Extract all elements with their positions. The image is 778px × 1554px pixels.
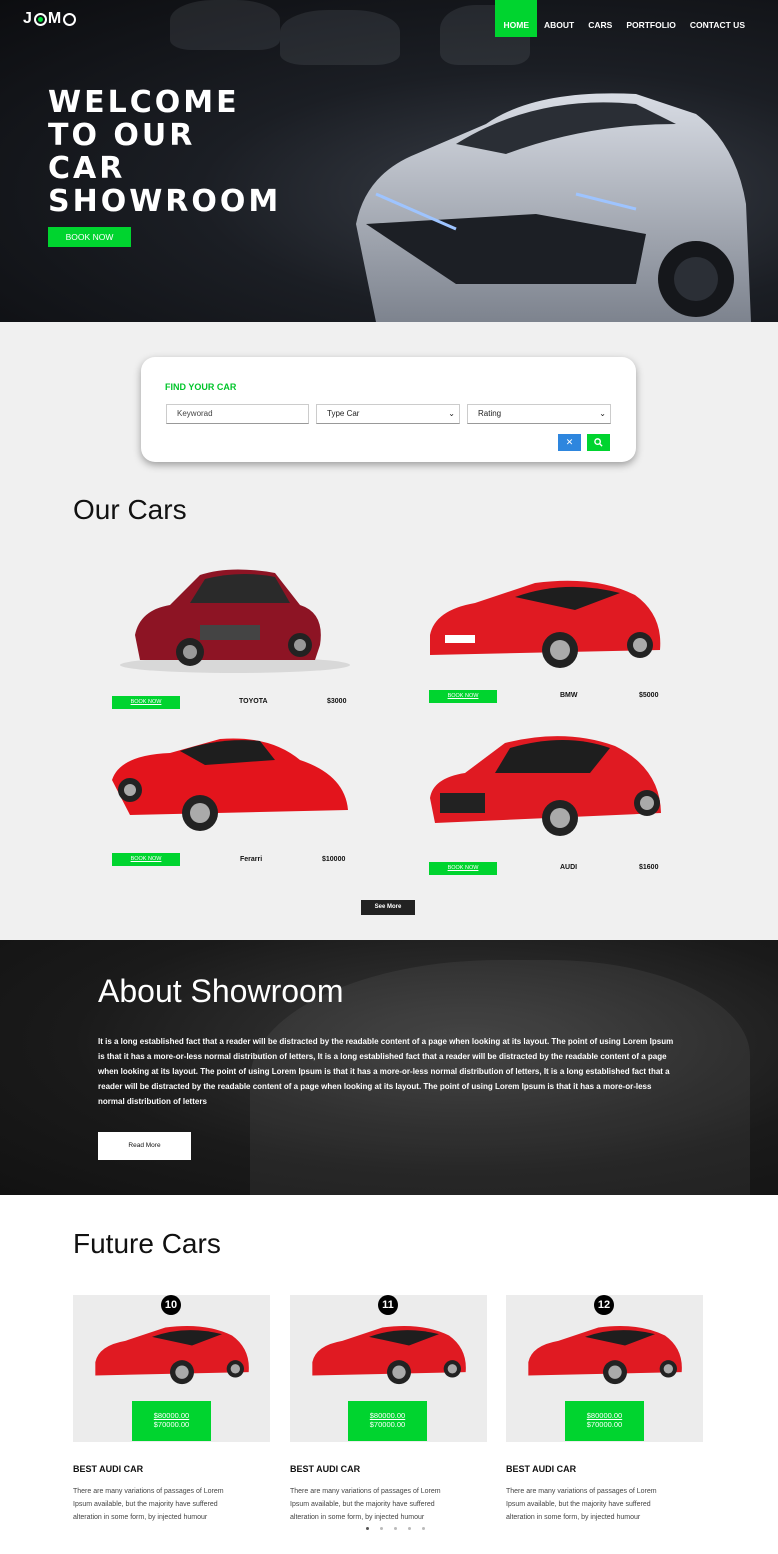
new-price: $70000.00 bbox=[586, 1420, 623, 1429]
nav-about[interactable]: ABOUT bbox=[537, 0, 581, 37]
type-car-select[interactable]: Type Car ⌄ bbox=[316, 404, 460, 424]
car-price: $1600 bbox=[639, 864, 659, 871]
carousel-dot[interactable] bbox=[394, 1527, 397, 1530]
read-more-button[interactable]: Read More bbox=[98, 1132, 191, 1160]
car-price: $10000 bbox=[322, 856, 346, 863]
car-name: Ferarri bbox=[240, 856, 263, 863]
car-name: TOYOTA bbox=[239, 698, 268, 705]
future-car-description: There are many variations of passages of… bbox=[506, 1488, 657, 1521]
hero-title-line: CAR bbox=[48, 151, 126, 186]
old-price: $80000.00 bbox=[586, 1411, 623, 1420]
chevron-down-icon: ⌄ bbox=[599, 409, 606, 418]
main-nav: HOME ABOUT CARS PORTFOLIO CONTACT US bbox=[495, 0, 752, 37]
carousel-dot[interactable] bbox=[366, 1527, 369, 1530]
about-heading: About Showroom bbox=[98, 973, 344, 1009]
book-now-button[interactable]: BOOK NOW bbox=[112, 696, 180, 709]
future-car-image bbox=[528, 1325, 682, 1385]
future-car-title: BEST AUDI CAR bbox=[290, 1464, 361, 1474]
hero-car-image bbox=[356, 93, 751, 322]
car-price: $5000 bbox=[639, 692, 659, 699]
car-number-badge: 11 bbox=[378, 1295, 398, 1315]
book-now-button[interactable]: BOOK NOW bbox=[112, 853, 180, 866]
book-now-button[interactable]: BOOK NOW bbox=[429, 862, 497, 875]
future-car-image bbox=[312, 1325, 466, 1385]
close-icon: ✕ bbox=[565, 437, 574, 447]
search-button[interactable] bbox=[587, 434, 610, 451]
hero-title: WELCOME TO OUR CAR SHOWROOM bbox=[48, 86, 281, 218]
new-price: $70000.00 bbox=[153, 1420, 190, 1429]
about-section: About Showroom It is a long established … bbox=[0, 940, 778, 1195]
background-car bbox=[170, 0, 280, 50]
price-box: $80000.00 $70000.00 bbox=[565, 1401, 644, 1441]
search-card: FIND YOUR CAR Keyworad Type Car ⌄ Rating… bbox=[141, 357, 636, 462]
background-car bbox=[280, 10, 400, 65]
rating-select[interactable]: Rating ⌄ bbox=[467, 404, 611, 424]
search-title: FIND YOUR CAR bbox=[165, 382, 237, 392]
car-name: AUDI bbox=[560, 864, 578, 871]
book-now-button[interactable]: BOOK NOW bbox=[429, 690, 497, 703]
car-number-badge: 12 bbox=[594, 1295, 614, 1315]
chevron-down-icon: ⌄ bbox=[448, 409, 455, 418]
price-box: $80000.00 $70000.00 bbox=[132, 1401, 211, 1441]
ferrari-car-image bbox=[112, 738, 348, 831]
search-icon bbox=[594, 438, 603, 447]
our-cars-heading: Our Cars bbox=[73, 494, 187, 525]
carousel-dots bbox=[366, 1527, 425, 1530]
bmw-car-image bbox=[430, 580, 661, 668]
toyota-car-image bbox=[120, 569, 350, 673]
car-name: BMW bbox=[560, 692, 578, 699]
old-price: $80000.00 bbox=[153, 1411, 190, 1420]
hero-title-line: TO OUR bbox=[48, 118, 196, 153]
about-text: It is a long established fact that a rea… bbox=[98, 1037, 674, 1106]
new-price: $70000.00 bbox=[369, 1420, 406, 1429]
car-number-badge: 10 bbox=[161, 1295, 181, 1315]
hero-banner: JM HOME ABOUT CARS PORTFOLIO CONTACT US … bbox=[0, 0, 778, 322]
rating-select-value: Rating bbox=[478, 409, 502, 418]
see-more-button[interactable]: See More bbox=[361, 900, 415, 915]
audi-car-image bbox=[430, 736, 661, 836]
nav-cars[interactable]: CARS bbox=[581, 0, 619, 37]
nav-portfolio[interactable]: PORTFOLIO bbox=[619, 0, 683, 37]
future-car-description: There are many variations of passages of… bbox=[73, 1488, 224, 1521]
carousel-dot[interactable] bbox=[408, 1527, 411, 1530]
hero-title-line: SHOWROOM bbox=[48, 184, 282, 219]
carousel-dot[interactable] bbox=[380, 1527, 383, 1530]
clear-button[interactable]: ✕ bbox=[558, 434, 581, 451]
future-car-image bbox=[95, 1325, 249, 1385]
logo[interactable]: JM bbox=[23, 10, 77, 28]
old-price: $80000.00 bbox=[369, 1411, 406, 1420]
keyword-input[interactable]: Keyworad bbox=[166, 404, 309, 424]
hero-book-now-button[interactable]: BOOK NOW bbox=[48, 227, 131, 247]
nav-contact[interactable]: CONTACT US bbox=[683, 0, 752, 37]
carousel-dot[interactable] bbox=[422, 1527, 425, 1530]
car-price: $3000 bbox=[327, 698, 347, 705]
type-car-select-value: Type Car bbox=[327, 409, 360, 418]
future-car-title: BEST AUDI CAR bbox=[73, 1464, 144, 1474]
hero-title-line: WELCOME bbox=[48, 85, 240, 120]
price-box: $80000.00 $70000.00 bbox=[348, 1401, 427, 1441]
future-cars-heading: Future Cars bbox=[73, 1228, 221, 1259]
future-car-description: There are many variations of passages of… bbox=[290, 1488, 441, 1521]
nav-home[interactable]: HOME bbox=[495, 0, 537, 37]
future-car-title: BEST AUDI CAR bbox=[506, 1464, 577, 1474]
